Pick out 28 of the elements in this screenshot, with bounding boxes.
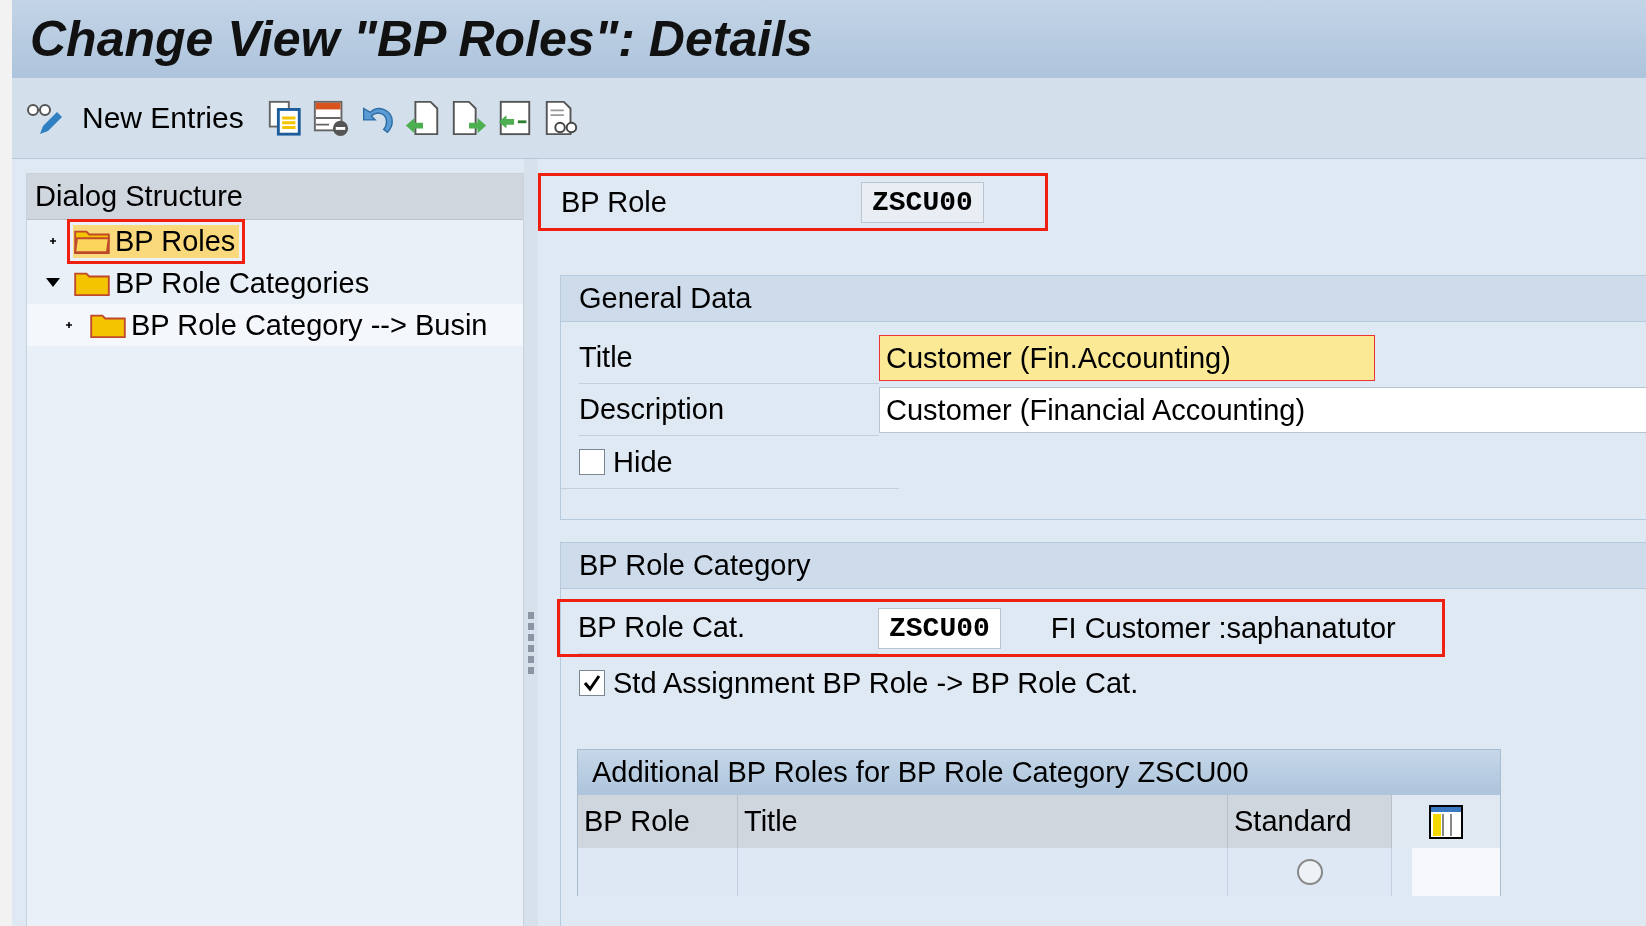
bp-role-field: ZSCU00	[861, 181, 984, 223]
column-settings-icon[interactable]	[1429, 804, 1463, 839]
title-field[interactable]: Customer (Fin.Accounting)	[879, 335, 1375, 381]
window-title: Change View "BP Roles": Details	[30, 10, 813, 68]
radio-button[interactable]	[1296, 859, 1323, 885]
expand-plus-icon[interactable]	[50, 238, 56, 244]
section-title: General Data	[561, 276, 1646, 322]
tree-item[interactable]: BP Role Categories	[73, 266, 374, 300]
checkbox-label: Hide	[613, 445, 673, 479]
column-header[interactable]: Standard	[1228, 795, 1392, 848]
bp-role-cat-field: ZSCU00	[878, 607, 1001, 649]
tree-item[interactable]: BP Roles	[73, 224, 240, 258]
expand-plus-icon[interactable]	[66, 322, 72, 328]
checkbox[interactable]	[579, 670, 605, 696]
splitter-handle[interactable]	[528, 612, 534, 674]
panel-header: Dialog Structure	[27, 174, 523, 220]
new-entries-button[interactable]: New Entries	[72, 101, 258, 135]
collapse-triangle-icon[interactable]	[46, 278, 60, 288]
delete-row-icon[interactable]	[311, 99, 350, 137]
field-label: BP Role	[561, 185, 668, 219]
description-field[interactable]: Customer (Financial Accounting)	[879, 387, 1646, 433]
column-header[interactable]: Title	[738, 795, 1228, 848]
category-description: FI Customer :saphanatutor	[1050, 611, 1396, 645]
checkbox[interactable]	[579, 449, 605, 475]
column-header[interactable]: BP Role	[578, 795, 738, 848]
checkbox-label: Std Assignment BP Role -> BP Role Cat.	[613, 666, 1139, 700]
section-title: BP Role Category	[561, 543, 1646, 589]
table-title: Additional BP Roles for BP Role Category ZSCU00	[578, 750, 1500, 795]
